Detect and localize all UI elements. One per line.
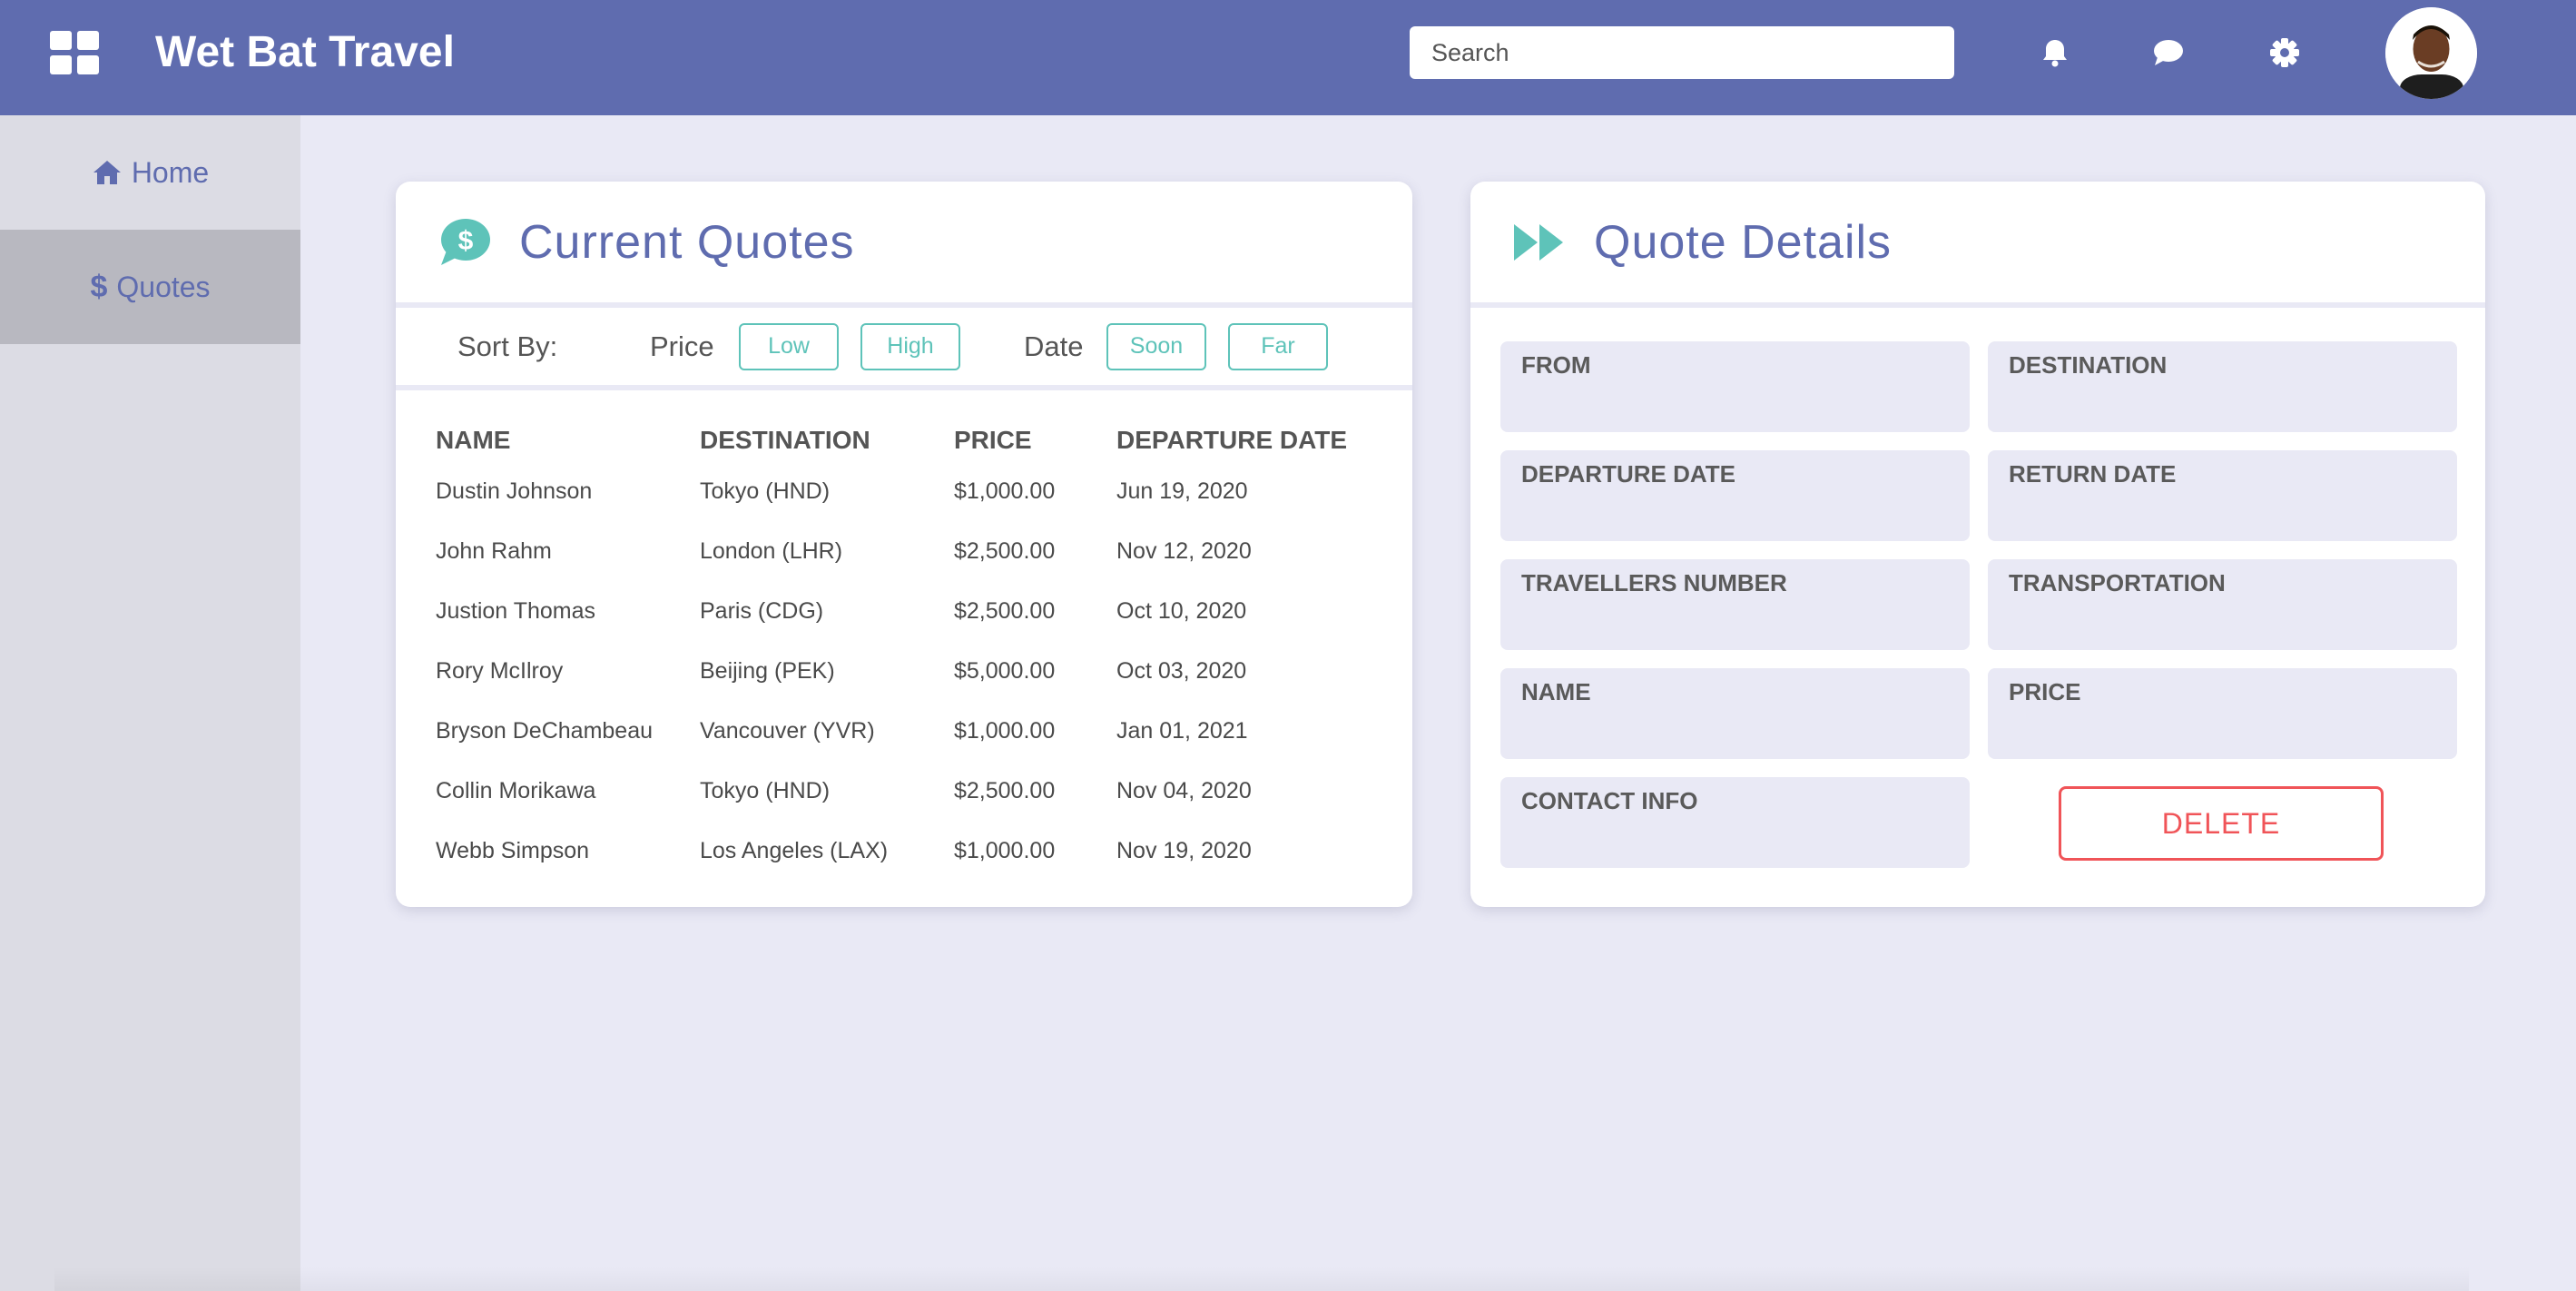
top-navbar: Wet Bat Travel xyxy=(0,0,2576,115)
cell-name: John Rahm xyxy=(436,537,552,564)
cell-departure-date: Jan 01, 2021 xyxy=(1116,717,1248,744)
sort-bar: Sort By: Price Low High Date Soon Far xyxy=(396,308,1412,390)
gear-icon[interactable] xyxy=(2266,34,2303,71)
cell-price: $1,000.00 xyxy=(954,837,1056,863)
sort-date-far-button[interactable]: Far xyxy=(1228,322,1328,370)
sidebar-item-label: Home xyxy=(131,155,210,189)
cell-price: $2,500.00 xyxy=(954,537,1056,564)
cell-departure-date: Nov 19, 2020 xyxy=(1116,837,1252,863)
sidebar-item-home[interactable]: Home xyxy=(0,115,300,230)
card-header: $ Current Quotes xyxy=(396,182,1412,308)
table-row[interactable]: Rory McIlroy Beijing (PEK) $5,000.00 Oct… xyxy=(436,641,1380,701)
cell-name: Rory McIlroy xyxy=(436,657,564,684)
cell-destination: Beijing (PEK) xyxy=(700,657,835,684)
bell-icon[interactable] xyxy=(2037,34,2073,71)
cell-price: $1,000.00 xyxy=(954,478,1056,504)
sidebar-item-label: Quotes xyxy=(116,270,211,303)
card-header: Quote Details xyxy=(1470,182,2485,308)
search-input[interactable] xyxy=(1410,26,1954,79)
table-header-row: NAME DESTINATION PRICE DEPARTURE DATE xyxy=(436,419,1380,461)
departure-date-field[interactable]: DEPARTURE DATE xyxy=(1500,450,1970,541)
card-title: Current Quotes xyxy=(519,215,855,269)
table-row[interactable]: Dustin Johnson Tokyo (HND) $1,000.00 Jun… xyxy=(436,461,1380,521)
destination-field[interactable]: DESTINATION xyxy=(1988,341,2457,432)
app-title: Wet Bat Travel xyxy=(155,28,455,76)
table-row[interactable]: Webb Simpson Los Angeles (LAX) $1,000.00… xyxy=(436,821,1380,881)
home-icon xyxy=(93,161,121,184)
cell-departure-date: Oct 03, 2020 xyxy=(1116,657,1247,684)
fast-forward-icon xyxy=(1514,223,1563,261)
column-header: DEPARTURE DATE xyxy=(1116,426,1348,454)
user-avatar[interactable] xyxy=(2385,7,2477,99)
cell-price: $2,500.00 xyxy=(954,597,1056,624)
cell-price: $2,500.00 xyxy=(954,777,1056,803)
table-row[interactable]: John Rahm London (LHR) $2,500.00 Nov 12,… xyxy=(436,521,1380,581)
table-row[interactable]: Collin Morikawa Tokyo (HND) $2,500.00 No… xyxy=(436,761,1380,821)
sort-price-low-button[interactable]: Low xyxy=(739,322,839,370)
sort-label: Sort By: xyxy=(457,330,558,362)
svg-text:$: $ xyxy=(458,226,474,256)
cell-departure-date: Jun 19, 2020 xyxy=(1116,478,1248,504)
card-title: Quote Details xyxy=(1594,215,1893,269)
column-header: NAME xyxy=(436,426,511,454)
cell-destination: Vancouver (YVR) xyxy=(700,717,875,744)
cell-name: Webb Simpson xyxy=(436,837,590,863)
cell-price: $5,000.00 xyxy=(954,657,1056,684)
sort-date-soon-button[interactable]: Soon xyxy=(1106,322,1206,370)
cell-destination: Paris (CDG) xyxy=(700,597,824,624)
cell-name: Bryson DeChambeau xyxy=(436,717,654,744)
cell-destination: Tokyo (HND) xyxy=(700,777,831,803)
price-sort-label: Price xyxy=(650,330,714,362)
column-header: PRICE xyxy=(954,426,1032,454)
name-field[interactable]: NAME xyxy=(1500,668,1970,759)
dollar-icon: $ xyxy=(90,269,108,304)
contact-info-field[interactable]: CONTACT INFO xyxy=(1500,777,1970,868)
cell-departure-date: Oct 10, 2020 xyxy=(1116,597,1247,624)
travellers-number-field[interactable]: TRAVELLERS NUMBER xyxy=(1500,559,1970,650)
quotes-table: NAME DESTINATION PRICE DEPARTURE DATE Du… xyxy=(436,419,1380,881)
cell-name: Collin Morikawa xyxy=(436,777,596,803)
delete-button[interactable]: DELETE xyxy=(2059,786,2384,861)
cell-departure-date: Nov 04, 2020 xyxy=(1116,777,1252,803)
sidebar-item-quotes[interactable]: $ Quotes xyxy=(0,230,300,344)
return-date-field[interactable]: RETURN DATE xyxy=(1988,450,2457,541)
cell-destination: London (LHR) xyxy=(700,537,843,564)
cell-departure-date: Nov 12, 2020 xyxy=(1116,537,1252,564)
grid-menu-icon[interactable] xyxy=(50,31,99,74)
bottom-shadow xyxy=(54,1266,2469,1291)
cell-destination: Los Angeles (LAX) xyxy=(700,837,889,863)
sidebar: Home $ Quotes xyxy=(0,115,300,1291)
transportation-field[interactable]: TRANSPORTATION xyxy=(1988,559,2457,650)
dollar-chat-icon: $ xyxy=(441,218,490,265)
quote-details-card: Quote Details FROM DESTINATION DEPARTURE… xyxy=(1470,182,2485,907)
cell-price: $1,000.00 xyxy=(954,717,1056,744)
cell-name: Dustin Johnson xyxy=(436,478,593,504)
from-field[interactable]: FROM xyxy=(1500,341,1970,432)
cell-destination: Tokyo (HND) xyxy=(700,478,831,504)
current-quotes-card: $ Current Quotes Sort By: Price Low High… xyxy=(396,182,1412,907)
cell-name: Justion Thomas xyxy=(436,597,596,624)
sort-price-high-button[interactable]: High xyxy=(860,322,960,370)
column-header: DESTINATION xyxy=(700,426,870,454)
table-row[interactable]: Bryson DeChambeau Vancouver (YVR) $1,000… xyxy=(436,701,1380,761)
table-row[interactable]: Justion Thomas Paris (CDG) $2,500.00 Oct… xyxy=(436,581,1380,641)
date-sort-label: Date xyxy=(1024,330,1084,362)
price-field[interactable]: PRICE xyxy=(1988,668,2457,759)
chat-icon[interactable] xyxy=(2149,34,2186,71)
